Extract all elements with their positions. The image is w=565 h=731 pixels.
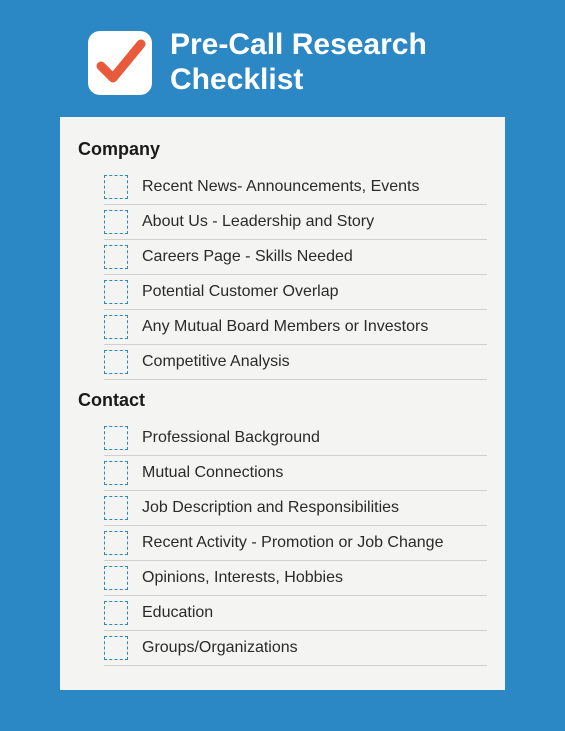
item-label: Opinions, Interests, Hobbies [142,569,343,587]
item-label: Recent News- Announcements, Events [142,178,419,196]
list-item: Competitive Analysis [104,345,487,380]
checklist-contact: Professional Background Mutual Connectio… [78,421,487,666]
item-label: Careers Page - Skills Needed [142,248,353,266]
page-title: Pre-Call Research Checklist [170,28,565,97]
checkbox[interactable] [104,350,128,374]
checkbox[interactable] [104,636,128,660]
item-label: About Us - Leadership and Story [142,213,374,231]
checklist-company: Recent News- Announcements, Events About… [78,170,487,380]
item-label: Mutual Connections [142,464,283,482]
item-label: Groups/Organizations [142,639,298,657]
checkbox[interactable] [104,426,128,450]
section-heading-contact: Contact [78,390,487,411]
item-label: Recent Activity - Promotion or Job Chang… [142,534,443,552]
checkbox[interactable] [104,601,128,625]
checkbox[interactable] [104,175,128,199]
checkbox[interactable] [104,461,128,485]
checklist-card: Company Recent News- Announcements, Even… [60,117,505,690]
item-label: Job Description and Responsibilities [142,499,399,517]
item-label: Professional Background [142,429,320,447]
checkbox[interactable] [104,280,128,304]
list-item: Professional Background [104,421,487,456]
list-item: Groups/Organizations [104,631,487,666]
checkbox[interactable] [104,566,128,590]
checkbox[interactable] [104,210,128,234]
logo-box [88,31,152,95]
checkbox[interactable] [104,496,128,520]
section-heading-company: Company [78,139,487,160]
item-label: Competitive Analysis [142,353,290,371]
checkmark-icon [93,36,147,90]
checkbox[interactable] [104,245,128,269]
list-item: Education [104,596,487,631]
list-item: Mutual Connections [104,456,487,491]
list-item: Job Description and Responsibilities [104,491,487,526]
list-item: About Us - Leadership and Story [104,205,487,240]
list-item: Potential Customer Overlap [104,275,487,310]
list-item: Recent Activity - Promotion or Job Chang… [104,526,487,561]
list-item: Careers Page - Skills Needed [104,240,487,275]
item-label: Education [142,604,213,622]
checkbox[interactable] [104,531,128,555]
list-item: Any Mutual Board Members or Investors [104,310,487,345]
list-item: Recent News- Announcements, Events [104,170,487,205]
item-label: Any Mutual Board Members or Investors [142,318,428,336]
item-label: Potential Customer Overlap [142,283,339,301]
header: Pre-Call Research Checklist [0,0,565,117]
checkbox[interactable] [104,315,128,339]
list-item: Opinions, Interests, Hobbies [104,561,487,596]
